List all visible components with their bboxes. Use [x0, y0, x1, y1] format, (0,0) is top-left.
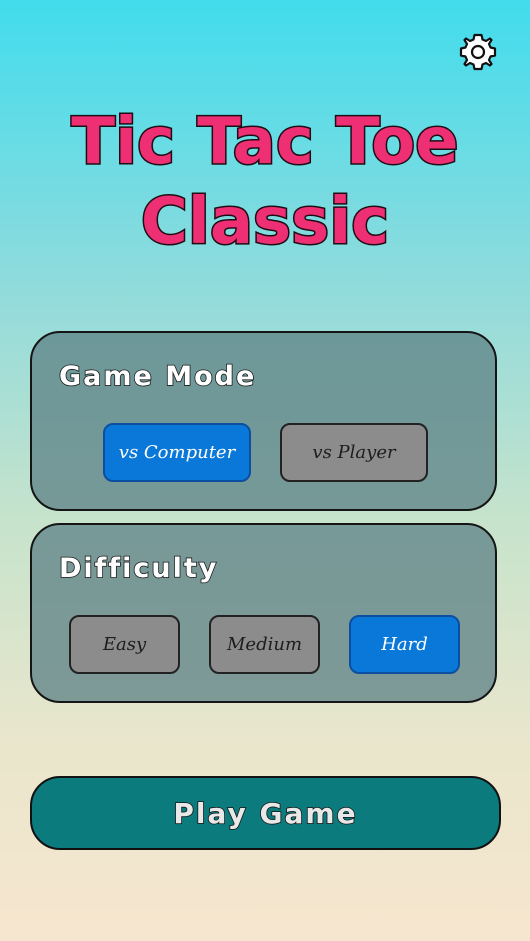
easy-button[interactable]: Easy [69, 615, 180, 674]
title-line-1: Tic Tac Toe [71, 105, 458, 179]
gear-icon [459, 33, 497, 71]
game-title: Tic Tac Toe Classic [70, 104, 460, 261]
play-game-label: Play Game [173, 796, 358, 831]
difficulty-panel: Difficulty Easy Medium Hard [30, 523, 497, 703]
settings-button[interactable] [456, 30, 500, 74]
vs-computer-button[interactable]: vs Computer [103, 423, 251, 482]
medium-button[interactable]: Medium [209, 615, 320, 674]
vs-player-button[interactable]: vs Player [280, 423, 428, 482]
title-line-2: Classic [141, 185, 389, 259]
hard-button[interactable]: Hard [349, 615, 460, 674]
game-mode-label: Game Mode [58, 360, 257, 393]
difficulty-label: Difficulty [58, 552, 219, 585]
game-mode-panel: Game Mode vs Computer vs Player [30, 331, 497, 511]
play-game-button[interactable]: Play Game [30, 776, 501, 850]
